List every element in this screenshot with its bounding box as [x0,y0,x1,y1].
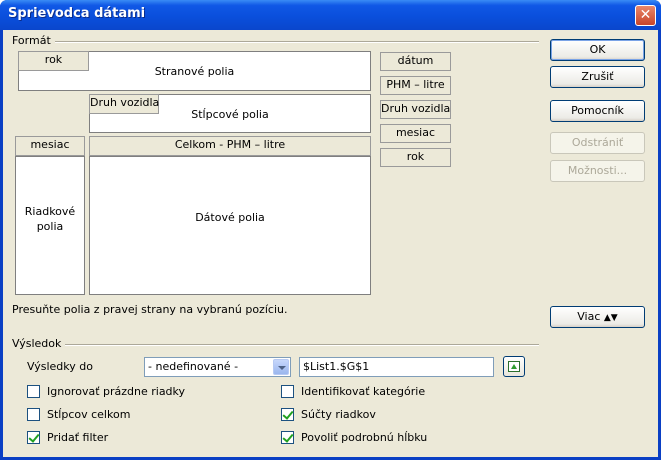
ok-button[interactable]: OK [550,39,645,61]
options-button[interactable]: Možnosti... [550,160,645,182]
remove-button[interactable]: Odstrániť [550,132,645,154]
shrink-dialog-button[interactable] [503,356,525,377]
dialog-window: Sprievodca dátami ✕ Formát Stranové poli… [0,0,661,460]
shrink-icon [508,361,520,372]
destination-select[interactable]: - nedefinované - [144,357,291,377]
add-filter-checkbox[interactable]: Pridať filter [27,430,267,446]
data-fields-area[interactable]: Dátové polia [89,156,371,295]
available-field-rok[interactable]: rok [380,148,451,167]
identify-categories-box[interactable] [281,385,294,398]
result-group-label: Výsledok [12,337,62,350]
destination-select-value: - nedefinované - [148,360,239,373]
more-button[interactable]: Viac ▲▼ [550,306,645,328]
dialog-client: Formát Stranové polia rok Stĺpcové polia… [3,30,658,457]
chevron-down-icon[interactable] [273,359,289,375]
destination-input[interactable]: $List1.$G$1 [299,357,494,377]
column-field-druh-vozidla[interactable]: Druh vozidla [89,94,159,114]
row-totals-box[interactable] [281,408,294,421]
available-field-druh-vozidla[interactable]: Druh vozidla [380,100,451,119]
ignore-empty-rows-checkbox[interactable]: Ignorovať prázdne riadky [27,384,267,400]
result-separator [65,344,539,346]
row-totals-checkbox[interactable]: Súčty riadkov [281,407,521,423]
column-totals-label: Stĺpcov celkom [47,408,131,421]
column-totals-checkbox[interactable]: Stĺpcov celkom [27,407,267,423]
close-icon: ✕ [639,7,652,23]
window-title: Sprievodca dátami [8,6,146,21]
row-fields-area[interactable]: Riadkové polia [15,156,85,295]
format-hint: Presuňte polia z pravej strany na vybran… [12,303,288,316]
enable-drilldown-label: Povoliť podrobnú hĺbku [301,431,428,444]
title-bar[interactable]: Sprievodca dátami ✕ [0,0,661,30]
format-group-label: Formát [12,34,51,47]
enable-drilldown-checkbox[interactable]: Povoliť podrobnú hĺbku [281,430,521,446]
cancel-button[interactable]: Zrušiť [550,66,645,88]
column-totals-box[interactable] [27,408,40,421]
more-button-label: Viac [577,310,601,323]
available-field-mesiac[interactable]: mesiac [380,124,451,143]
expand-arrows-icon: ▲▼ [603,313,618,323]
data-fields-label: Dátové polia [195,211,265,224]
results-to-label: Výsledky do [27,360,93,373]
format-separator [55,41,539,43]
help-button[interactable]: Pomocník [550,100,645,122]
row-fields-label: Riadkové polia [24,205,76,233]
row-field-mesiac[interactable]: mesiac [15,136,85,156]
destination-input-value: $List1.$G$1 [303,360,370,373]
available-field-phm-litre[interactable]: PHM – litre [380,76,451,95]
row-totals-label: Súčty riadkov [301,408,376,421]
ignore-empty-rows-box[interactable] [27,385,40,398]
ignore-empty-rows-label: Ignorovať prázdne riadky [47,385,186,398]
identify-categories-label: Identifikovať kategórie [301,385,426,398]
available-field-datum[interactable]: dátum [380,52,451,71]
add-filter-label: Pridať filter [47,431,109,444]
close-button[interactable]: ✕ [635,5,656,26]
page-field-rok[interactable]: rok [18,51,89,71]
data-field-celkom[interactable]: Celkom - PHM – litre [89,136,371,156]
enable-drilldown-box[interactable] [281,431,294,444]
add-filter-box[interactable] [27,431,40,444]
identify-categories-checkbox[interactable]: Identifikovať kategórie [281,384,521,400]
